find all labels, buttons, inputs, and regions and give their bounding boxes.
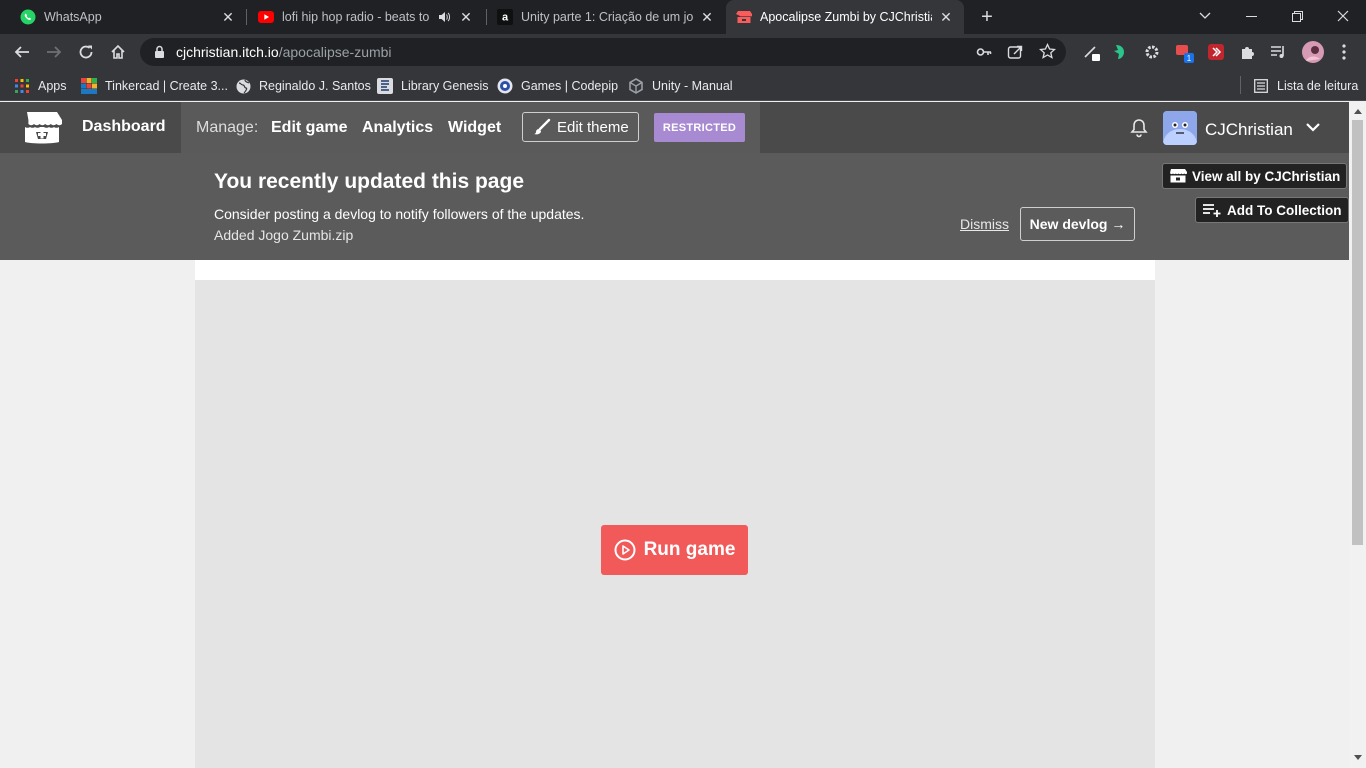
widget-link[interactable]: Widget	[448, 119, 501, 137]
edit-game-link[interactable]: Edit game	[271, 119, 347, 137]
tab-title: lofi hip hop radio - beats to r	[282, 10, 432, 24]
codepip-icon	[497, 78, 513, 94]
avatar[interactable]	[1163, 111, 1197, 145]
bookmark-unity-manual[interactable]: Unity - Manual	[628, 76, 733, 96]
tab-title: WhatsApp	[44, 10, 102, 24]
reading-list-icon	[1253, 78, 1269, 94]
run-game-button[interactable]: Run game	[601, 525, 748, 575]
speaker-icon[interactable]	[436, 9, 452, 25]
itch-small-icon	[1170, 169, 1187, 183]
unity-icon	[628, 78, 644, 94]
itch-header: Dashboard Manage: Edit game Analytics Wi…	[0, 102, 1349, 153]
notice-title: You recently updated this page	[214, 170, 524, 193]
close-window-icon[interactable]	[1320, 0, 1366, 32]
analytics-link[interactable]: Analytics	[362, 119, 433, 137]
share-icon[interactable]	[1007, 44, 1023, 65]
bookmark-tinkercad[interactable]: Tinkercad | Create 3...	[81, 76, 228, 96]
bird-extension-icon[interactable]	[1109, 41, 1131, 63]
new-tab-button[interactable]: +	[977, 6, 997, 28]
bookmarks-bar: Apps Tinkercad | Create 3... Reginaldo J…	[0, 70, 1366, 101]
edit-theme-button[interactable]: Edit theme	[522, 112, 639, 142]
tab-search-icon[interactable]	[1182, 0, 1228, 32]
apps-grid-icon	[14, 78, 30, 94]
svg-text:a: a	[502, 12, 509, 24]
bell-icon[interactable]	[1129, 118, 1149, 138]
manage-bar: Manage: Edit game Analytics Widget Edit …	[181, 102, 760, 153]
url-text: cjchristian.itch.io/apocalipse-zumbi	[176, 44, 392, 60]
reading-list[interactable]: Lista de leitura	[1253, 76, 1358, 96]
tab-whatsapp[interactable]: WhatsApp ✕	[12, 0, 244, 34]
close-tab-icon[interactable]: ✕	[938, 9, 954, 25]
game-frame[interactable]	[195, 280, 1155, 768]
home-icon[interactable]	[104, 38, 132, 66]
scroll-up-icon[interactable]	[1349, 103, 1366, 120]
notice-message: Consider posting a devlog to notify foll…	[214, 206, 585, 222]
restore-icon[interactable]	[1274, 0, 1320, 32]
back-icon[interactable]	[8, 38, 36, 66]
scrollbar-thumb[interactable]	[1352, 120, 1363, 545]
gear-extension-icon[interactable]	[1141, 41, 1163, 63]
tab-title: Apocalipse Zumbi by CJChristian	[760, 10, 932, 24]
new-devlog-button[interactable]: New devlog →	[1020, 207, 1135, 241]
globe-icon	[235, 78, 251, 94]
dismiss-link[interactable]: Dismiss	[960, 216, 1009, 232]
update-notice: You recently updated this page Consider …	[0, 153, 1349, 260]
puzzle-extensions-icon[interactable]	[1237, 41, 1259, 63]
star-icon[interactable]	[1038, 42, 1057, 65]
tab-title: Unity parte 1: Criação de um jogo	[521, 10, 693, 24]
close-tab-icon[interactable]: ✕	[699, 9, 715, 25]
bookmark-library-genesis[interactable]: Library Genesis	[377, 76, 489, 96]
whatsapp-icon	[20, 9, 36, 25]
tab-unity[interactable]: a Unity parte 1: Criação de um jogo ✕	[489, 0, 723, 34]
tab-apocalipse-zumbi[interactable]: Apocalipse Zumbi by CJChristian ✕	[726, 0, 964, 34]
media-control-icon[interactable]	[1268, 41, 1290, 63]
play-icon	[614, 539, 636, 561]
view-all-button[interactable]: View all by CJChristian	[1162, 163, 1348, 189]
library-icon	[377, 78, 393, 94]
add-to-collection-button[interactable]: Add To Collection	[1195, 197, 1349, 223]
youtube-icon	[258, 9, 274, 25]
manage-label: Manage:	[196, 119, 259, 136]
pen-extension-icon[interactable]	[1081, 41, 1103, 63]
lock-icon[interactable]	[154, 45, 166, 59]
bookmark-apps[interactable]: Apps	[14, 76, 67, 96]
video-extension-icon[interactable]	[1205, 41, 1227, 63]
add-list-icon	[1203, 204, 1221, 217]
forward-icon[interactable]	[40, 38, 68, 66]
scroll-down-icon[interactable]	[1349, 749, 1366, 766]
close-tab-icon[interactable]: ✕	[220, 9, 236, 25]
tab-lofi[interactable]: lofi hip hop radio - beats to r ✕	[250, 0, 482, 34]
brush-icon	[534, 118, 551, 135]
itch-logo-icon[interactable]	[22, 111, 62, 145]
browser-toolbar: cjchristian.itch.io/apocalipse-zumbi 1	[0, 34, 1366, 70]
bookmark-reginaldo[interactable]: Reginaldo J. Santos	[235, 76, 371, 96]
menu-kebab-icon[interactable]	[1333, 41, 1355, 63]
restricted-badge: RESTRICTED	[654, 113, 745, 142]
svg-text:1: 1	[1187, 54, 1192, 63]
notice-detail: Added Jogo Zumbi.zip	[214, 227, 354, 243]
reload-icon[interactable]	[72, 38, 100, 66]
close-tab-icon[interactable]: ✕	[458, 9, 474, 25]
chevron-down-icon[interactable]	[1304, 118, 1322, 136]
tinkercad-icon	[81, 78, 97, 94]
amazon-icon: a	[497, 9, 513, 25]
key-icon[interactable]	[976, 44, 992, 65]
itch-icon	[736, 9, 752, 25]
tab-strip: WhatsApp ✕ lofi hip hop radio - beats to…	[0, 0, 1366, 34]
username[interactable]: CJChristian	[1205, 120, 1293, 140]
address-bar[interactable]: cjchristian.itch.io/apocalipse-zumbi	[140, 38, 1066, 66]
dashboard-link[interactable]: Dashboard	[82, 118, 166, 136]
profile-avatar-icon[interactable]	[1301, 40, 1325, 64]
minimize-icon[interactable]	[1228, 0, 1274, 32]
media-extension-icon[interactable]: 1	[1173, 41, 1195, 63]
bookmark-codepip[interactable]: Games | Codepip	[497, 76, 618, 96]
